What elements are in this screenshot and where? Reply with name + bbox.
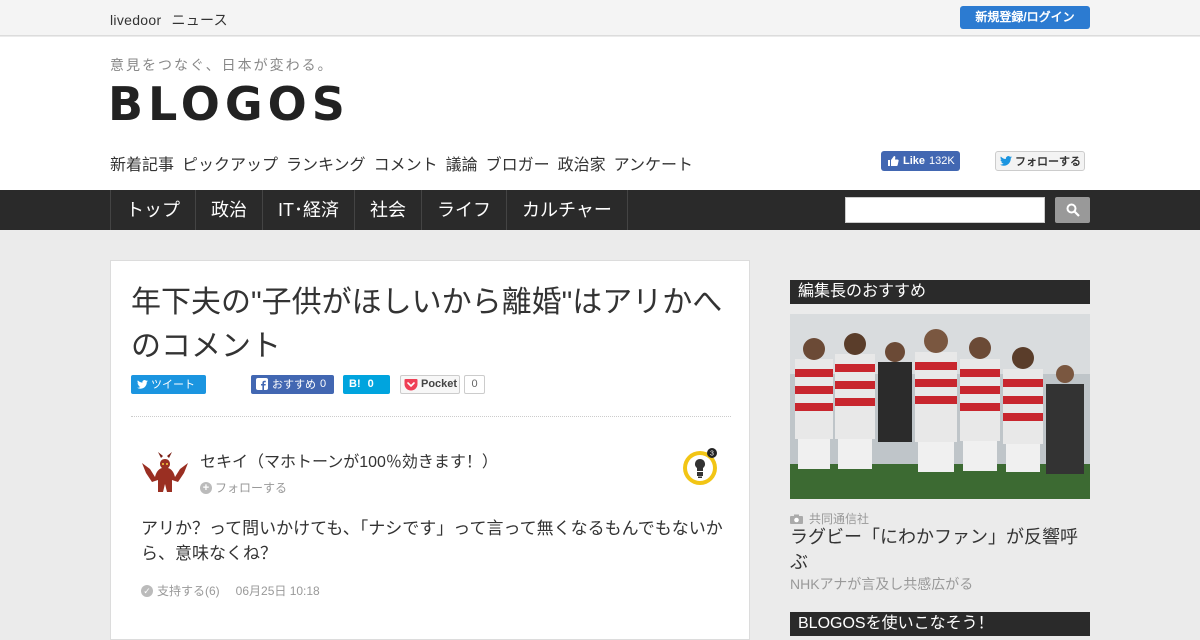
comment-username[interactable]: セキイ（マホトーンが100％効きます！） bbox=[200, 448, 498, 472]
plus-icon: + bbox=[200, 481, 212, 494]
site-header: 意見をつなぐ、日本が変わる。 BLOGOS 新着記事 ピックアップ ランキング … bbox=[0, 37, 1200, 190]
site-tagline: 意見をつなぐ、日本が変わる。 bbox=[110, 57, 334, 73]
nav-politics[interactable]: 政治 bbox=[196, 190, 263, 230]
thumbs-up-icon bbox=[888, 156, 899, 166]
signup-login-button[interactable]: 新規登録/ログイン bbox=[960, 6, 1090, 29]
follow-user-link[interactable]: + フォローする bbox=[200, 479, 287, 496]
comment-meta: ✓ 支持する(6) 06月25日 10:18 bbox=[141, 582, 320, 599]
brand-livedoor[interactable]: livedoor bbox=[110, 12, 161, 28]
comment-text: アリか？って問いかけても、「ナシです」って言って無くなるもんでもないから、意味な… bbox=[141, 519, 723, 563]
brand-news[interactable]: ニュース bbox=[171, 12, 228, 28]
subnav-new-articles[interactable]: 新着記事 bbox=[110, 151, 174, 175]
nav-life[interactable]: ライフ bbox=[422, 190, 507, 230]
twitter-bird-icon bbox=[137, 379, 148, 389]
twitter-bird-icon bbox=[1000, 156, 1012, 166]
twitter-follow-button[interactable]: フォローする bbox=[995, 151, 1085, 171]
hatena-bookmark-button[interactable]: B! 0 bbox=[343, 374, 390, 394]
tweet-button[interactable]: ツイート bbox=[131, 374, 206, 394]
rugby-players-photo bbox=[790, 314, 1090, 499]
avatar[interactable] bbox=[141, 449, 189, 497]
follow-label: フォローする bbox=[215, 481, 288, 495]
facebook-like-button[interactable]: Like 132K bbox=[881, 151, 960, 171]
nav-it-economy[interactable]: IT･経済 bbox=[263, 190, 355, 230]
featured-article-image[interactable] bbox=[790, 314, 1090, 499]
subnav-debate[interactable]: 議論 bbox=[446, 151, 478, 175]
subnav-surveys[interactable]: アンケート bbox=[614, 151, 693, 175]
subnav-comments[interactable]: コメント bbox=[374, 151, 438, 175]
sidebar-heading-editor-picks: 編集長のおすすめ bbox=[790, 280, 1090, 304]
featured-article-title[interactable]: ラグビー「にわかファン」が反響呼ぶ bbox=[790, 525, 1090, 575]
livedoor-brand[interactable]: livedoor ニュース bbox=[110, 10, 238, 30]
nav-culture[interactable]: カルチャー bbox=[507, 190, 628, 230]
fb-like-count: 132K bbox=[929, 155, 955, 167]
article-card: 年下夫の"子供がほしいから離婚"はアリかへのコメント ツイート おすすめ 0 B… bbox=[110, 260, 750, 640]
tweet-label: ツイート bbox=[151, 379, 195, 391]
pocket-count: 0 bbox=[464, 374, 485, 394]
article-title: 年下夫の"子供がほしいから離婚"はアリかへのコメント bbox=[131, 286, 723, 363]
fb-recommend-count: 0 bbox=[320, 378, 327, 390]
support-button[interactable]: 支持する(6) bbox=[157, 582, 220, 599]
sidebar-heading-howto: BLOGOSを使いこなそう！ bbox=[790, 612, 1090, 636]
divider bbox=[131, 416, 731, 417]
demon-avatar-icon bbox=[142, 452, 188, 492]
nav-top[interactable]: トップ bbox=[111, 190, 196, 230]
twitter-follow-label: フォローする bbox=[1015, 156, 1081, 168]
subnav-pickup[interactable]: ピックアップ bbox=[182, 151, 278, 175]
badge-count: 3 bbox=[710, 451, 714, 458]
pocket-label: Pocket bbox=[421, 378, 458, 390]
subnav-bloggers[interactable]: ブロガー bbox=[486, 151, 550, 175]
comment-date: 06月25日 10:18 bbox=[235, 584, 320, 598]
search-input[interactable] bbox=[845, 197, 1045, 223]
hatena-count: 0 bbox=[367, 378, 374, 390]
featured-article-subtitle: NHKアナが言及し共感広がる bbox=[790, 576, 974, 592]
fb-like-label: Like bbox=[903, 155, 926, 167]
nav-society[interactable]: 社会 bbox=[355, 190, 422, 230]
bulb-badge-icon: 3 bbox=[683, 448, 717, 485]
fb-recommend-label: おすすめ bbox=[272, 379, 316, 391]
hatena-icon: B! bbox=[349, 378, 361, 390]
subnav-ranking[interactable]: ランキング bbox=[286, 151, 366, 175]
sub-navigation: 新着記事 ピックアップ ランキング コメント 議論 ブロガー 政治家 アンケート bbox=[110, 151, 693, 175]
pocket-button[interactable]: Pocket bbox=[400, 374, 460, 394]
facebook-recommend-button[interactable]: おすすめ 0 bbox=[251, 374, 334, 394]
subnav-politicians[interactable]: 政治家 bbox=[558, 151, 606, 175]
check-icon: ✓ bbox=[141, 584, 153, 597]
search-icon bbox=[1066, 203, 1080, 217]
share-buttons: ツイート おすすめ 0 B! 0 Pocket 0 bbox=[131, 374, 485, 394]
site-logo[interactable]: BLOGOS bbox=[108, 77, 350, 131]
camera-icon bbox=[790, 514, 803, 524]
pocket-icon bbox=[404, 378, 418, 390]
top-bar: livedoor ニュース 新規登録/ログイン bbox=[0, 0, 1200, 36]
user-badge: 3 bbox=[681, 447, 721, 487]
main-navigation: トップ 政治 IT･経済 社会 ライフ カルチャー bbox=[0, 190, 1200, 230]
facebook-icon bbox=[256, 378, 268, 390]
search-button[interactable] bbox=[1055, 197, 1090, 223]
